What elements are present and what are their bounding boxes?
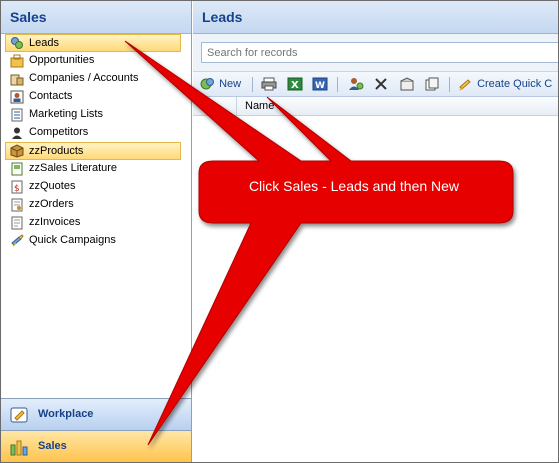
marketing-lists-icon (10, 108, 24, 122)
sidebar-item-label: zzQuotes (29, 180, 76, 192)
sidebar-item-zzinvoices[interactable]: zzInvoices (1, 214, 191, 232)
invoices-icon (10, 216, 24, 230)
toolbar-separator (337, 77, 338, 92)
new-button[interactable]: New (200, 76, 241, 94)
workplace-icon (9, 405, 29, 425)
crm-window: Sales Leads Opportunities Companies / Ac… (0, 0, 559, 463)
wunderbar-sales-label: Sales (38, 440, 67, 452)
create-quick-campaign-button[interactable]: Create Quick C (458, 76, 552, 94)
grid-body (193, 117, 558, 462)
sidebar-item-label: zzProducts (29, 145, 84, 157)
sidebar-item-companies-accounts[interactable]: Companies / Accounts (1, 70, 191, 88)
svg-text:W: W (315, 81, 325, 91)
quick-campaign-icon (459, 79, 471, 91)
leads-icon (10, 36, 24, 50)
sidebar-item-label: Opportunities (29, 54, 95, 66)
sales-literature-icon (10, 162, 24, 176)
sidebar-item-marketing-lists[interactable]: Marketing Lists (1, 106, 191, 124)
main-content-pane: Leads New X W (193, 1, 558, 462)
word-icon: W (312, 77, 328, 91)
sidebar-item-label: zzSales Literature (29, 162, 118, 174)
opportunities-icon (10, 54, 24, 68)
grid-column-name[interactable]: Name (245, 100, 274, 112)
wunderbar: Workplace Sales (1, 398, 191, 462)
contacts-icon (10, 90, 24, 104)
page-title: Leads (193, 1, 558, 34)
quotes-icon: $ (10, 180, 24, 194)
svg-text:X: X (291, 80, 299, 91)
sidebar-item-quick-campaigns[interactable]: Quick Campaigns (1, 232, 191, 250)
sidebar-item-label: Competitors (29, 126, 89, 138)
callout-text: Click Sales - Leads and then New (248, 178, 460, 194)
products-icon (10, 144, 24, 158)
orders-icon (10, 198, 24, 212)
grid-toolbar: New X W Create Quick C (193, 72, 558, 97)
new-record-icon (200, 78, 214, 90)
sidebar-item-label: Contacts (29, 90, 73, 102)
workflow-icon (400, 77, 414, 91)
sidebar-item-label: Quick Campaigns (29, 234, 116, 246)
search-bar (193, 34, 558, 72)
sidebar-item-label: Marketing Lists (29, 108, 103, 120)
sidebar-nav-list: Leads Opportunities Companies / Accounts… (1, 34, 191, 250)
excel-icon: X (287, 77, 303, 91)
left-navigation-pane: Sales Leads Opportunities Companies / Ac… (1, 1, 192, 462)
print-icon (261, 77, 277, 91)
sidebar-item-zzproducts[interactable]: zzProducts (5, 142, 181, 160)
grid-header: Name (193, 97, 558, 116)
delete-icon (375, 78, 387, 90)
wunderbar-workplace-button[interactable]: Workplace (1, 398, 191, 430)
svg-text:$: $ (14, 184, 20, 194)
wunderbar-sales-button[interactable]: Sales (1, 430, 191, 462)
sales-icon (9, 437, 29, 457)
sidebar-item-label: Leads (29, 37, 59, 49)
sidebar-item-zzorders[interactable]: zzOrders (1, 196, 191, 214)
sidebar-title: Sales (1, 1, 191, 34)
toolbar-separator (449, 77, 450, 92)
sidebar-item-zzquotes[interactable]: $ zzQuotes (1, 178, 191, 196)
sidebar-item-label: zzInvoices (29, 216, 81, 228)
sidebar-item-leads[interactable]: Leads (5, 34, 181, 52)
report-icon (425, 77, 439, 91)
assign-button[interactable] (348, 76, 364, 94)
sidebar-item-label: Companies / Accounts (29, 72, 139, 84)
wunderbar-workplace-label: Workplace (38, 408, 94, 420)
sidebar-item-zzsales-literature[interactable]: zzSales Literature (1, 160, 191, 178)
sidebar-item-label: zzOrders (29, 198, 74, 210)
assign-icon (349, 78, 364, 91)
create-quick-campaign-label: Create Quick C (477, 78, 553, 90)
print-button[interactable] (261, 76, 277, 94)
sidebar-item-contacts[interactable]: Contacts (1, 88, 191, 106)
export-excel-button[interactable]: X (287, 76, 303, 94)
new-button-label: New (219, 78, 242, 90)
sidebar-item-competitors[interactable]: Competitors (1, 124, 191, 142)
sidebar-item-opportunities[interactable]: Opportunities (1, 52, 191, 70)
delete-button[interactable] (374, 76, 388, 94)
run-workflow-button[interactable] (399, 76, 415, 94)
quick-campaigns-icon (10, 234, 24, 248)
competitors-icon (10, 126, 24, 140)
toolbar-separator (252, 77, 253, 92)
accounts-icon (10, 72, 24, 86)
search-input[interactable] (201, 42, 558, 63)
grid-select-column[interactable] (193, 97, 237, 116)
report-button[interactable] (424, 76, 440, 94)
mail-merge-button[interactable]: W (312, 76, 328, 94)
